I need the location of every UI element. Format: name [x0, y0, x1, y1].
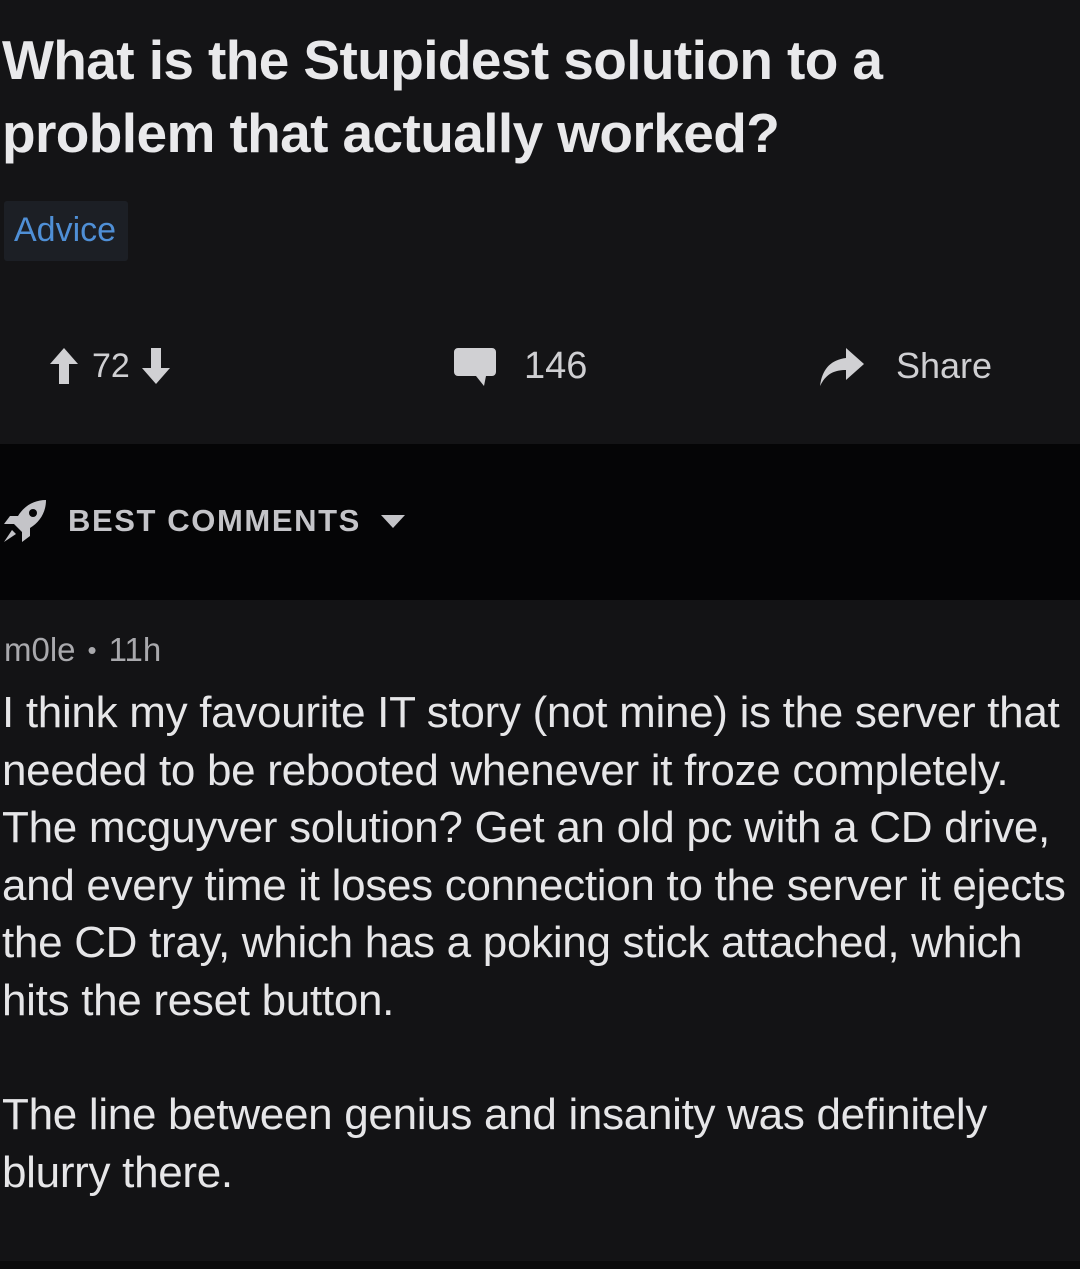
comment-age: 11h — [108, 631, 162, 668]
share-label: Share — [896, 345, 993, 386]
sort-dropdown[interactable]: BEST COMMENTS — [0, 496, 407, 546]
comments-button[interactable]: 146 — [452, 342, 587, 390]
comment-paragraph: The line between genius and insanity was… — [2, 1090, 988, 1197]
vote-control: 72 — [48, 342, 172, 390]
vote-count: 72 — [92, 346, 130, 385]
share-button[interactable]: Share — [818, 342, 992, 390]
post-actions: 72 146 Share — [0, 336, 1080, 396]
comment-paragraph: I think my favourite IT story (not mine)… — [2, 688, 1066, 1025]
comment-sort-bar: BEST COMMENTS — [0, 444, 1080, 600]
upvote-icon[interactable] — [48, 346, 80, 386]
comment-meta: m0le • 11h — [4, 630, 161, 670]
post-header: What is the Stupidest solution to a prob… — [0, 0, 1080, 444]
comment: m0le • 11h I think my favourite IT story… — [0, 600, 1080, 1269]
rocket-icon — [4, 500, 46, 542]
divider — [0, 1261, 1080, 1269]
sort-label: BEST COMMENTS — [68, 503, 361, 538]
share-icon — [820, 348, 864, 386]
comment-author[interactable]: m0le — [4, 630, 76, 670]
comment-icon — [454, 348, 496, 386]
meta-separator: • — [87, 635, 97, 665]
comment-body: I think my favourite IT story (not mine)… — [2, 684, 1078, 1258]
caret-down-icon — [380, 515, 405, 528]
comment-count: 146 — [524, 344, 588, 387]
downvote-icon[interactable] — [140, 346, 172, 386]
post-title[interactable]: What is the Stupidest solution to a prob… — [2, 24, 1062, 170]
post-flair[interactable]: Advice — [4, 201, 129, 261]
